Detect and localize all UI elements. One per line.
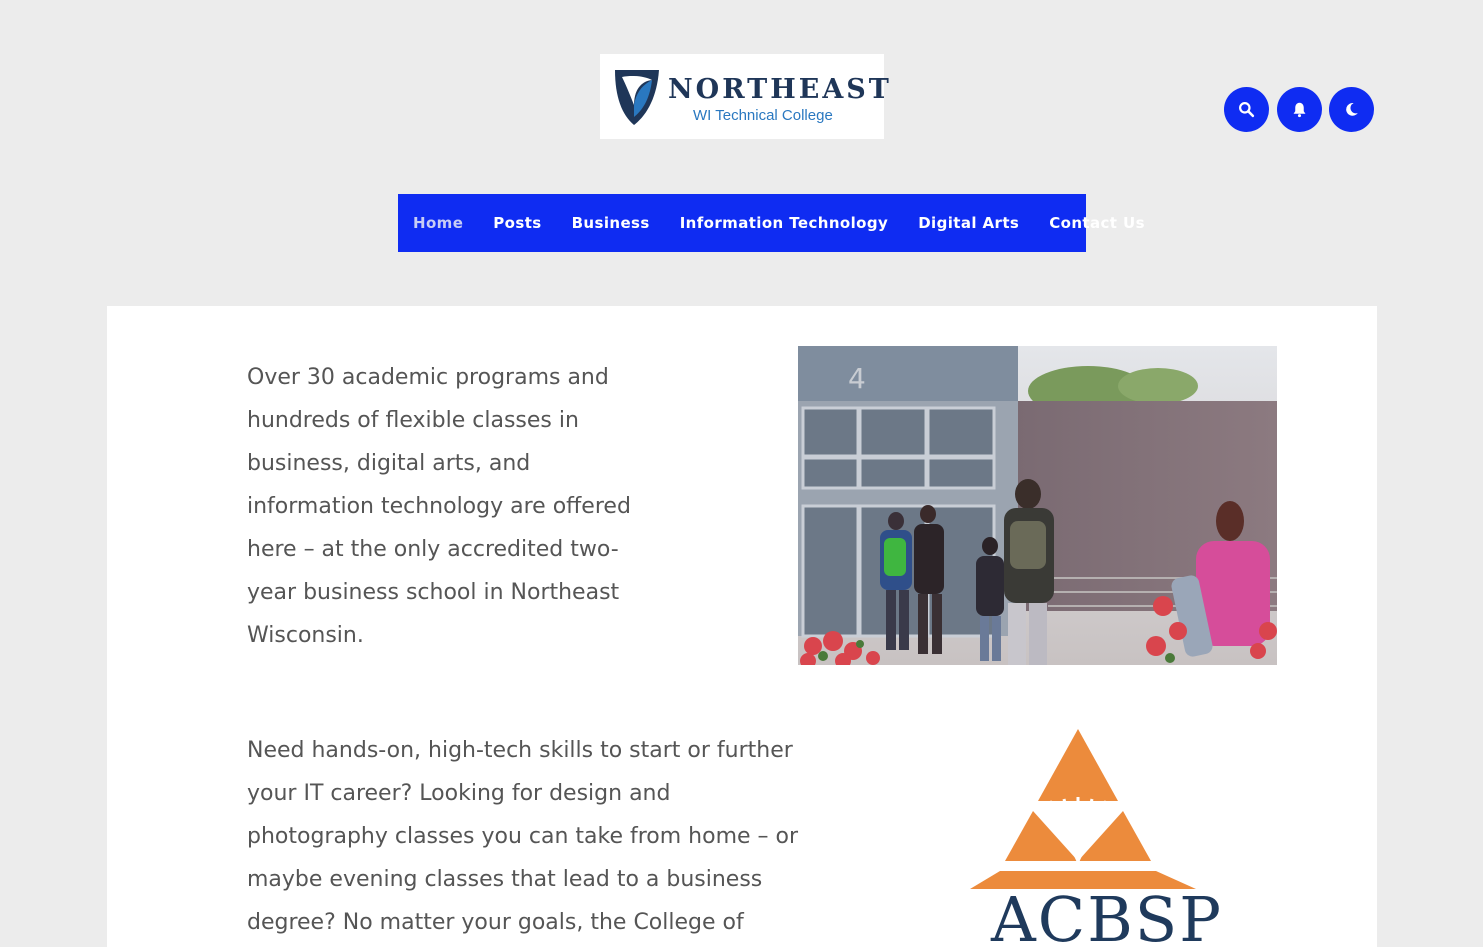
content-card: Over 30 academic programs and hundreds o… bbox=[107, 306, 1377, 947]
bell-icon bbox=[1293, 102, 1306, 118]
shield-logo-icon bbox=[615, 70, 659, 125]
nav-item-home[interactable]: Home bbox=[398, 214, 478, 232]
svg-text:4: 4 bbox=[848, 362, 866, 395]
logo-name: NORTHEAST bbox=[668, 74, 892, 105]
dark-mode-toggle[interactable] bbox=[1329, 87, 1374, 132]
logo-subtitle: WI Technical College bbox=[693, 107, 833, 124]
nav-item-digital-arts[interactable]: Digital Arts bbox=[903, 214, 1034, 232]
site-logo[interactable]: NORTHEAST WI Technical College bbox=[600, 54, 889, 139]
search-button[interactable] bbox=[1224, 87, 1269, 132]
nav-item-posts[interactable]: Posts bbox=[478, 214, 556, 232]
campus-photo-illustration: 4 bbox=[798, 346, 1277, 665]
acbsp-logo-text: ACBSP bbox=[991, 883, 1223, 947]
main-nav: Home Posts Business Information Technolo… bbox=[398, 194, 1145, 252]
notifications-button[interactable] bbox=[1277, 87, 1322, 132]
acbsp-logo: ACBSP bbox=[960, 721, 1260, 947]
nav-item-information-technology[interactable]: Information Technology bbox=[665, 214, 904, 232]
intro-paragraph: Over 30 academic programs and hundreds o… bbox=[247, 365, 631, 648]
campus-photo: 4 bbox=[798, 346, 1277, 665]
programs-paragraph: Need hands-on, high-tech skills to start… bbox=[247, 738, 799, 935]
nav-item-business[interactable]: Business bbox=[557, 214, 665, 232]
moon-icon bbox=[1346, 103, 1358, 116]
search-icon bbox=[1239, 102, 1255, 118]
nav-item-contact-us[interactable]: Contact Us bbox=[1034, 214, 1160, 232]
